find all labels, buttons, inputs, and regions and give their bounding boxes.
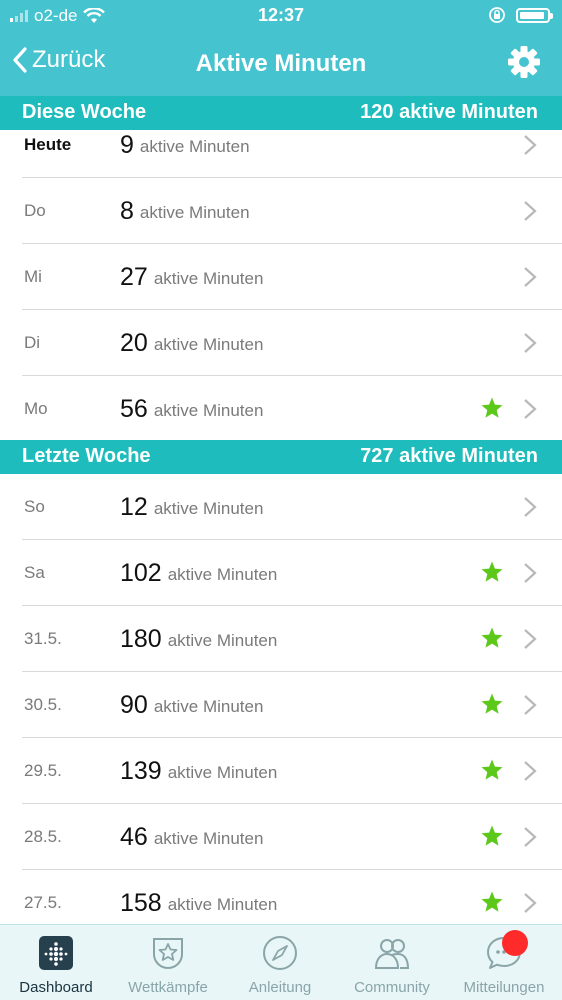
star-icon [481,693,503,714]
star-icon [481,759,503,780]
minutes-unit: aktive Minuten [153,829,264,848]
chevron-right-icon [524,333,537,353]
notification-badge [502,930,528,956]
minutes-unit: aktive Minuten [167,565,278,584]
battery-icon [516,7,553,23]
orientation-lock-icon [489,7,505,23]
day-row-mo[interactable]: Mo 56 aktive Minuten [0,376,562,442]
minutes-unit: aktive Minuten [153,401,264,420]
community-icon [374,939,410,969]
day-label: So [24,497,45,516]
section-total: 727 aktive Minuten [360,445,538,467]
minutes-value: 90 [120,690,148,719]
minutes-unit: aktive Minuten [153,269,264,288]
day-label: Do [24,201,46,220]
section-label: Letzte Woche [22,445,151,467]
challenges-icon [153,938,183,970]
day-label: 29.5. [24,761,62,780]
compass-icon [263,936,297,970]
chevron-right-icon [524,399,537,419]
minutes-unit: aktive Minuten [167,631,278,650]
minutes-value: 139 [120,756,162,785]
tab-label: Mitteilungen [463,979,545,996]
day-row-di[interactable]: Di 20 aktive Minuten [0,310,562,376]
minutes-unit: aktive Minuten [139,137,250,156]
star-icon [481,891,503,912]
tab-wettkaempfe[interactable]: Wettkämpfe [112,925,224,1000]
chevron-right-icon [524,827,537,847]
day-label: Di [24,333,41,352]
day-label: Heute [24,135,72,154]
status-bar: o2-de 12:37 [0,0,562,32]
minutes-unit: aktive Minuten [153,697,264,716]
minutes-unit: aktive Minuten [139,203,250,222]
tab-community[interactable]: Community [336,925,448,1000]
day-row-so[interactable]: So 12 aktive Minuten [0,474,562,540]
chevron-right-icon [524,135,537,155]
minutes-value: 180 [120,624,162,653]
minutes-unit: aktive Minuten [153,335,264,354]
day-label: Mo [24,399,48,418]
tab-anleitung[interactable]: Anleitung [224,925,336,1000]
minutes-value: 56 [120,394,148,423]
page-title: Aktive Minuten [195,50,367,77]
navigation-bar: Zurück Aktive Minuten [0,36,562,92]
minutes-value: 102 [120,558,162,587]
day-row-do[interactable]: Do 8 aktive Minuten [0,178,562,244]
chevron-right-icon [524,695,537,715]
star-icon [481,627,503,648]
star-icon [481,397,503,418]
tab-label: Wettkämpfe [128,979,208,996]
minutes-value: 8 [120,196,134,225]
minutes-value: 20 [120,328,148,357]
minutes-value: 158 [120,888,162,917]
day-label: 31.5. [24,629,62,648]
chevron-right-icon [524,497,537,517]
day-row-sa[interactable]: Sa 102 aktive Minuten [0,540,562,606]
day-label: 28.5. [24,827,62,846]
tab-label: Dashboard [19,979,93,996]
chevron-right-icon [524,201,537,221]
minutes-unit: aktive Minuten [167,895,278,914]
tab-label: Community [354,979,430,996]
day-label: Sa [24,563,45,582]
minutes-value: 9 [120,130,134,159]
day-row-28-5[interactable]: 28.5. 46 aktive Minuten [0,804,562,870]
gear-icon[interactable] [506,44,542,80]
chevron-right-icon [524,761,537,781]
tab-label: Anleitung [248,979,312,996]
day-row-heute[interactable]: Heute 9 aktive Minuten [0,112,562,178]
minutes-unit: aktive Minuten [167,763,278,782]
day-label: Mi [24,267,42,286]
app-header: o2-de 12:37 Zurück Aktive Minuten [0,0,562,96]
day-label: 30.5. [24,695,62,714]
chevron-right-icon [524,893,537,913]
tab-bar: Dashboard Wettkämpfe Anleitung Community… [0,924,562,1000]
star-icon [481,561,503,582]
chevron-right-icon [524,563,537,583]
day-row-30-5[interactable]: 30.5. 90 aktive Minuten [0,672,562,738]
dashboard-icon [39,936,73,970]
minutes-value: 27 [120,262,148,291]
chevron-right-icon [524,267,537,287]
minutes-value: 46 [120,822,148,851]
day-row-31-5[interactable]: 31.5. 180 aktive Minuten [0,606,562,672]
day-row-mi[interactable]: Mi 27 aktive Minuten [0,244,562,310]
tab-dashboard[interactable]: Dashboard [0,925,112,1000]
day-row-29-5[interactable]: 29.5. 139 aktive Minuten [0,738,562,804]
chevron-right-icon [524,629,537,649]
minutes-unit: aktive Minuten [153,499,264,518]
minutes-value: 12 [120,492,148,521]
clock: 12:37 [257,5,305,25]
section-header-last-week: Letzte Woche 727 aktive Minuten [0,440,562,474]
star-icon [481,825,503,846]
